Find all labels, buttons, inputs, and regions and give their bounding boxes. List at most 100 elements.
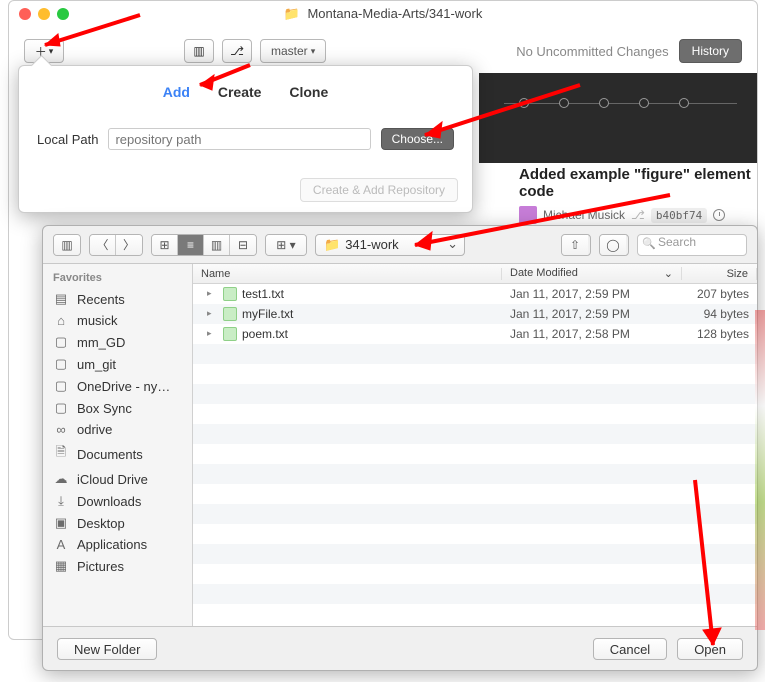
tags-button[interactable]: ◯ xyxy=(599,234,629,256)
open-button[interactable]: Open xyxy=(677,638,743,660)
avatar-icon xyxy=(519,206,537,224)
add-repo-popover: Add Create Clone Local Path Choose... Cr… xyxy=(18,65,473,213)
empty-row xyxy=(193,584,757,604)
tab-clone[interactable]: Clone xyxy=(289,84,328,100)
chevron-down-icon: ⌄ xyxy=(664,267,673,280)
folder-icon: 📁 xyxy=(324,237,340,253)
sidebar-item-label: iCloud Drive xyxy=(77,472,148,487)
file-row[interactable]: poem.txtJan 11, 2017, 2:58 PM128 bytes xyxy=(193,324,757,344)
sidebar-item-icon: ∞ xyxy=(53,422,69,437)
sidebar-item-icon: ▢ xyxy=(53,378,69,394)
sidebar-item-label: Recents xyxy=(77,292,125,307)
commit-title: Added example "figure" element code xyxy=(519,166,752,200)
back-button[interactable]: 〈 xyxy=(90,235,116,255)
sidebar-item[interactable]: ▢ OneDrive - ny… xyxy=(43,375,192,397)
empty-row xyxy=(193,464,757,484)
window-title: 📁 Montana-Media-Arts/341-work xyxy=(9,6,757,22)
sidebar-item-label: mm_GD xyxy=(77,335,125,350)
branch-button[interactable]: ⎇ xyxy=(222,39,252,63)
sidebar-item-icon: ⤓ xyxy=(53,493,69,509)
group-seg[interactable]: ⊞ ▾ xyxy=(265,234,307,256)
new-folder-button[interactable]: New Folder xyxy=(57,638,157,660)
empty-row xyxy=(193,544,757,564)
no-uncommitted-label: No Uncommitted Changes xyxy=(516,44,668,59)
timeline-strip xyxy=(479,73,757,163)
local-path-input[interactable] xyxy=(108,128,370,150)
sidebar-item-icon: A xyxy=(53,537,69,552)
tab-add[interactable]: Add xyxy=(163,84,190,100)
file-rows: test1.txtJan 11, 2017, 2:59 PM207 bytesm… xyxy=(193,284,757,626)
file-row[interactable]: test1.txtJan 11, 2017, 2:59 PM207 bytes xyxy=(193,284,757,304)
empty-row xyxy=(193,444,757,464)
sidebar-item[interactable]: ▣Desktop xyxy=(43,512,192,534)
column-view-button[interactable]: ▥ xyxy=(204,235,230,255)
col-date[interactable]: Date Modified⌄ xyxy=(502,267,682,280)
list-view-button[interactable]: ≡ xyxy=(178,235,204,255)
sidebar-item-label: Documents xyxy=(77,447,143,462)
sidebar-item[interactable]: ▢um_git xyxy=(43,353,192,375)
sidebar-item[interactable]: ∞ odrive xyxy=(43,419,192,440)
window-title-text: Montana-Media-Arts/341-work xyxy=(307,6,482,21)
col-size[interactable]: Size xyxy=(682,268,757,280)
empty-row xyxy=(193,384,757,404)
popover-tabs: Add Create Clone xyxy=(19,84,472,100)
sidebar-item-icon: ▢ xyxy=(53,400,69,416)
icon-view-button[interactable]: ⊞ xyxy=(152,235,178,255)
col-name[interactable]: Name xyxy=(193,268,502,280)
sidebar-item[interactable]: ▢Box Sync xyxy=(43,397,192,419)
favorites-heading: Favorites xyxy=(43,270,192,288)
forward-button[interactable]: 〉 xyxy=(116,235,142,255)
column-headers: Name Date Modified⌄ Size xyxy=(193,264,757,284)
sidebar-item-label: OneDrive - ny… xyxy=(77,379,170,394)
sidebar-item-icon: ▢ xyxy=(53,356,69,372)
search-field[interactable]: Search xyxy=(637,234,747,256)
commit-dot[interactable] xyxy=(559,98,569,108)
commit-dot[interactable] xyxy=(679,98,689,108)
sidebar-item[interactable]: ⤓ Downloads xyxy=(43,490,192,512)
commit-dot[interactable] xyxy=(639,98,649,108)
sidebar-item-label: odrive xyxy=(77,422,112,437)
sidebar-item-label: Downloads xyxy=(77,494,141,509)
sidebar-item-icon: ☁ xyxy=(53,471,69,487)
layout-toggle-button[interactable]: ▥ xyxy=(184,39,214,63)
file-icon xyxy=(223,287,237,301)
sidebar-item[interactable]: A Applications xyxy=(43,534,192,555)
view-mode-seg: ⊞ ≡ ▥ ⊟ xyxy=(151,234,257,256)
sidebar-item-icon: ▣ xyxy=(53,515,69,531)
commit-dot[interactable] xyxy=(519,98,529,108)
picker-sidebar: Favorites ▤Recents⌂musick▢mm_GD▢um_git▢O… xyxy=(43,264,193,626)
nav-seg: 〈 〉 xyxy=(89,234,143,256)
sidebar-item-label: Applications xyxy=(77,537,147,552)
empty-row xyxy=(193,604,757,624)
path-dropdown[interactable]: 📁 341-work xyxy=(315,234,465,256)
sidebar-toggle-icon[interactable]: ▥ xyxy=(54,235,80,255)
choose-button[interactable]: Choose... xyxy=(381,128,454,150)
path-label: 341-work xyxy=(345,237,398,252)
empty-row xyxy=(193,524,757,544)
file-picker-sheet: ▥ 〈 〉 ⊞ ≡ ▥ ⊟ ⊞ ▾ 📁 341-work ⇧ ◯ Search … xyxy=(42,225,758,671)
branch-selector[interactable]: master ▾ xyxy=(260,39,326,63)
commit-author: Michael Musick xyxy=(543,208,625,222)
sidebar-item[interactable]: ⌂musick xyxy=(43,310,192,331)
tab-create[interactable]: Create xyxy=(218,84,262,100)
gallery-view-button[interactable]: ⊟ xyxy=(230,235,256,255)
share-button[interactable]: ⇧ xyxy=(561,234,591,256)
create-add-button[interactable]: Create & Add Repository xyxy=(300,178,458,202)
sidebar-item[interactable]: ▤Recents xyxy=(43,288,192,310)
cancel-button[interactable]: Cancel xyxy=(593,638,667,660)
sidebar-item[interactable]: ☁ iCloud Drive xyxy=(43,468,192,490)
commit-sha[interactable]: b40bf74 xyxy=(651,208,707,223)
sidebar-toggle-seg[interactable]: ▥ xyxy=(53,234,81,256)
file-row[interactable]: myFile.txtJan 11, 2017, 2:59 PM94 bytes xyxy=(193,304,757,324)
commit-dot[interactable] xyxy=(599,98,609,108)
empty-row xyxy=(193,364,757,384)
group-button[interactable]: ⊞ ▾ xyxy=(266,235,306,255)
file-icon xyxy=(223,327,237,341)
empty-row xyxy=(193,484,757,504)
sidebar-item[interactable]: ▦Pictures xyxy=(43,555,192,577)
picker-toolbar: ▥ 〈 〉 ⊞ ≡ ▥ ⊟ ⊞ ▾ 📁 341-work ⇧ ◯ Search xyxy=(43,226,757,264)
history-button[interactable]: History xyxy=(679,39,742,63)
sidebar-item[interactable]: ▢mm_GD xyxy=(43,331,192,353)
branch-icon: ⎇ xyxy=(631,208,645,222)
sidebar-item[interactable]: 🗎Documents xyxy=(43,440,192,468)
